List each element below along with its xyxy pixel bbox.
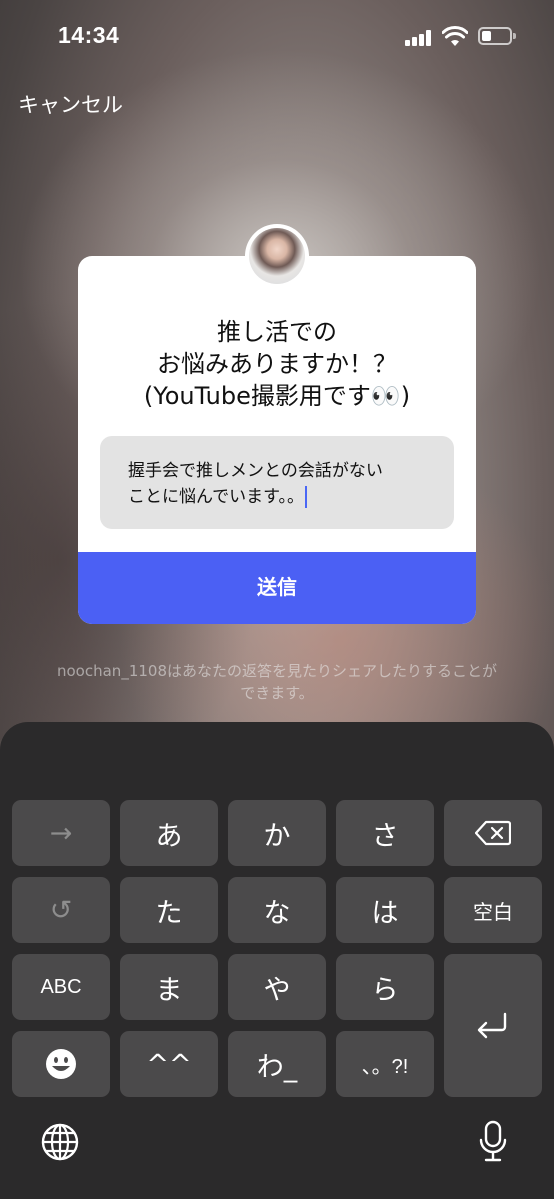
wifi-icon xyxy=(442,26,468,46)
key-undo[interactable]: ↺ xyxy=(12,877,110,943)
avatar xyxy=(245,224,309,288)
key-ka[interactable]: か xyxy=(228,800,326,866)
key-wa[interactable]: わ_ xyxy=(228,1031,326,1097)
key-kaomoji[interactable]: ^^ xyxy=(120,1031,218,1097)
delete-key[interactable] xyxy=(444,800,542,866)
emoji-key[interactable] xyxy=(12,1031,110,1097)
abc-key[interactable]: ABC xyxy=(12,954,110,1020)
delete-icon xyxy=(475,820,511,846)
question-line: (YouTube撮影用です👀) xyxy=(143,382,411,410)
key-sa[interactable]: さ xyxy=(336,800,434,866)
key-ha[interactable]: は xyxy=(336,877,434,943)
cancel-button[interactable]: キャンセル xyxy=(18,89,123,119)
send-button[interactable]: 送信 xyxy=(78,552,476,624)
key-ta[interactable]: た xyxy=(120,877,218,943)
privacy-notice: noochan_1108はあなたの返答を見たりシェアしたりすることが できます。 xyxy=(30,660,524,704)
question-line: お悩みありますか！？ xyxy=(157,350,397,378)
answer-line: 握手会で推しメンとの会話がない xyxy=(128,461,383,481)
battery-icon xyxy=(478,27,516,45)
key-ya[interactable]: や xyxy=(228,954,326,1020)
answer-input[interactable]: 握手会で推しメンとの会話がない ことに悩んでいます。。 xyxy=(100,436,454,529)
key-punctuation[interactable]: 、。?! xyxy=(336,1031,434,1097)
status-time: 14:34 xyxy=(58,22,120,48)
return-icon xyxy=(477,1012,507,1038)
question-line: 推し活での xyxy=(217,318,337,346)
key-ra[interactable]: ら xyxy=(336,954,434,1020)
key-next-arrow[interactable]: → xyxy=(12,800,110,866)
status-bar: 14:34 xyxy=(0,0,554,74)
return-key[interactable] xyxy=(444,954,542,1097)
answer-line: ことに悩んでいます。。 xyxy=(128,487,304,507)
question-card: 推し活での お悩みありますか！？ (YouTube撮影用です👀) 握手会で推しメ… xyxy=(78,256,476,624)
space-key[interactable]: 空白 xyxy=(444,877,542,943)
microphone-icon[interactable] xyxy=(478,1120,508,1164)
globe-icon[interactable] xyxy=(40,1122,80,1162)
text-caret xyxy=(304,486,307,508)
key-ma[interactable]: ま xyxy=(120,954,218,1020)
notice-line: できます。 xyxy=(240,684,314,702)
question-text: 推し活での お悩みありますか！？ (YouTube撮影用です👀) xyxy=(78,316,476,412)
cellular-signal-icon xyxy=(405,30,433,46)
emoji-icon xyxy=(46,1049,76,1079)
keyboard: → あ か さ ↺ た な は 空白 ABC ま や ら ^^ わ_ 、。?! xyxy=(0,722,554,1199)
key-na[interactable]: な xyxy=(228,877,326,943)
notice-line: noochan_1108はあなたの返答を見たりシェアしたりすることが xyxy=(57,662,497,680)
key-a[interactable]: あ xyxy=(120,800,218,866)
